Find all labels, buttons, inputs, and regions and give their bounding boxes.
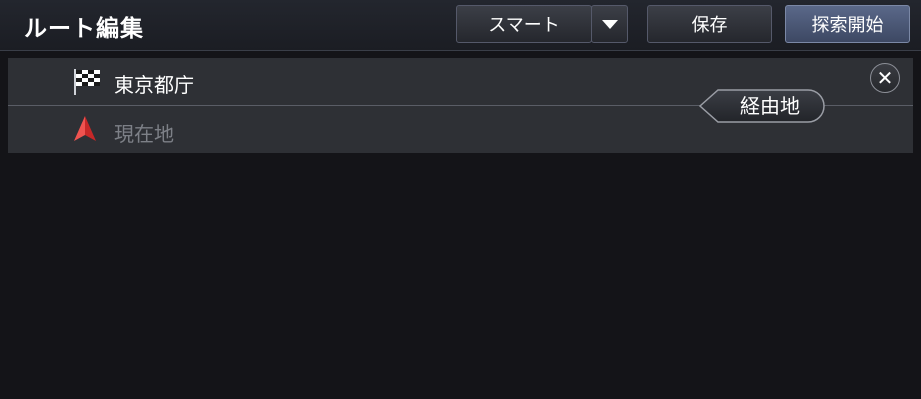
origin-name: 現在地 [114,122,174,146]
add-waypoint-label: 経由地 [740,94,800,118]
destination-name: 東京都庁 [114,73,194,97]
checkered-flag-icon [72,67,102,101]
route-list-panel: 東京都庁 現在地 ✕ 経由地 [8,58,913,153]
save-button-label: 保存 [691,15,728,36]
chevron-down-icon [601,19,618,29]
current-location-arrow-icon [72,115,98,147]
save-button[interactable]: 保存 [647,5,772,43]
start-search-button-label: 探索開始 [811,15,884,36]
page-title: ルート編集 [24,16,144,42]
route-mode-label: スマート [488,15,560,36]
route-mode-button[interactable]: スマート [456,5,592,43]
start-search-button[interactable]: 探索開始 [785,5,910,43]
add-waypoint-button[interactable]: 経由地 [698,89,826,123]
close-icon[interactable]: ✕ [870,63,900,93]
route-mode-dropdown-button[interactable] [591,5,628,43]
header-bar: ルート編集 スマート 保存 探索開始 [0,0,921,51]
